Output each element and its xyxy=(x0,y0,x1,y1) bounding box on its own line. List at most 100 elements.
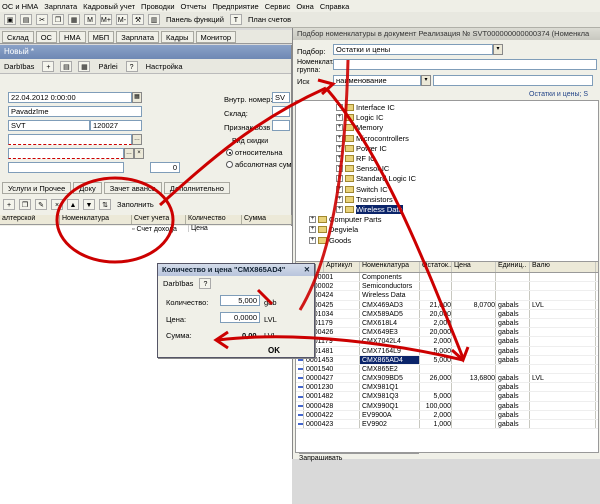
memory-minus-icon[interactable]: M- xyxy=(116,14,128,25)
panel-icon[interactable]: ▥ xyxy=(148,14,160,25)
expand-icon[interactable]: + xyxy=(336,155,343,162)
table-row[interactable]: 0000424 Wireless Data xyxy=(296,291,598,301)
paste-icon[interactable]: ▦ xyxy=(68,14,80,25)
close-icon[interactable]: ✕ xyxy=(304,264,314,276)
table-col-header[interactable]: Артикул xyxy=(324,262,360,272)
section-tab[interactable]: Склад xyxy=(2,30,34,43)
copy-icon[interactable]: ❐ xyxy=(52,14,64,25)
fill-button[interactable]: Заполнить xyxy=(115,199,156,210)
menu-item[interactable]: Предприятие xyxy=(212,2,258,11)
tree-node[interactable]: + Switch IC xyxy=(336,185,388,194)
doc-number-field[interactable]: 120027 xyxy=(90,120,142,131)
return-sign-field[interactable] xyxy=(272,120,290,131)
memory-plus-icon[interactable]: M+ xyxy=(100,14,112,25)
tree-node[interactable]: + Logic IC xyxy=(336,113,384,122)
tree-node[interactable]: + Wireless Data xyxy=(336,205,403,214)
table-col-header[interactable]: Валю xyxy=(530,262,596,272)
add-row-icon[interactable]: + xyxy=(3,198,15,210)
move-down-icon[interactable]: ▼ xyxy=(83,198,95,210)
price-menu[interactable]: Pārlei xyxy=(96,61,119,72)
table-row[interactable]: 0001540 CMX865E2 xyxy=(296,364,598,375)
menu-item[interactable]: Зарплата xyxy=(44,2,77,11)
radio-relative[interactable]: относительна xyxy=(226,148,283,157)
tree-node[interactable]: + Transistors xyxy=(336,195,393,204)
cut-icon[interactable]: ✂ xyxy=(36,14,48,25)
tree-node[interactable]: + RF IC xyxy=(336,154,376,163)
tree-node[interactable]: + Computer Parts xyxy=(309,215,382,224)
select-button[interactable]: … xyxy=(132,134,142,145)
table-col-header[interactable]: Единиц.. xyxy=(496,262,530,272)
tree-node[interactable]: + Memory xyxy=(336,123,383,132)
tools-icon[interactable]: ⚒ xyxy=(132,14,144,25)
table-row[interactable]: 0000426 CMX649E3 20,000 gabals xyxy=(296,328,598,338)
menu-item[interactable]: Кадровый учет xyxy=(83,2,135,11)
save-icon[interactable]: ▣ xyxy=(4,14,16,25)
table-row[interactable]: 0001230 CMX981Q1 gabals xyxy=(296,383,598,393)
edit-row-icon[interactable]: ✎ xyxy=(35,198,47,210)
doc-prefix-field[interactable]: SVT xyxy=(8,120,90,131)
price-field[interactable]: 0,0000 xyxy=(220,312,260,323)
expand-icon[interactable]: + xyxy=(336,175,343,183)
radio-relative-circle[interactable] xyxy=(226,149,233,156)
table-row[interactable]: 0001453 CMX865AD4 5,000 gabals xyxy=(296,355,598,365)
section-tab[interactable]: МБП xyxy=(87,30,115,43)
table-row[interactable]: 0000422 EV9900A 2,000 gabals xyxy=(296,410,598,420)
expand-icon[interactable]: + xyxy=(336,195,343,203)
table-row[interactable]: 0000428 CMX990Q1 100,000 gabals xyxy=(296,401,598,411)
expand-icon[interactable]: + xyxy=(336,114,343,122)
menu-item[interactable]: Отчеты xyxy=(181,2,207,11)
add-icon[interactable]: + xyxy=(42,60,55,72)
actions-menu[interactable]: Darbības xyxy=(2,61,36,72)
menu-item[interactable]: Окна xyxy=(296,2,313,11)
radio-absolute[interactable]: абсолютная сумм xyxy=(226,160,297,169)
memory-m-icon[interactable]: M xyxy=(84,14,96,25)
qty-field[interactable]: 5,000 xyxy=(220,295,260,306)
warehouse-field[interactable] xyxy=(272,106,290,117)
open-icon[interactable]: ▤ xyxy=(20,14,32,25)
internal-number-field[interactable]: SV xyxy=(272,92,290,103)
table-row[interactable]: 0000425 CMX469AD3 21,000 8,0700 gabals LVL xyxy=(296,300,598,310)
table-row[interactable]: 0001481 CMX7164L9 5,000 gabals xyxy=(296,346,598,356)
document-tab[interactable]: Дополнительно xyxy=(163,182,230,194)
table-row[interactable]: 0000427 CMX909BD5 26,000 13,6800 gabals LVL xyxy=(296,374,598,384)
search-by-dropdown-icon[interactable]: ▾ xyxy=(421,75,431,86)
table-row[interactable]: 0000002 Semiconductors xyxy=(296,282,598,292)
expand-icon[interactable]: + xyxy=(309,236,316,244)
menu-item[interactable]: Проводки xyxy=(141,2,175,11)
section-tab[interactable]: ОС xyxy=(35,30,57,43)
expand-icon[interactable]: + xyxy=(336,206,343,213)
selection-dropdown-icon[interactable]: ▾ xyxy=(493,44,503,55)
table-row[interactable]: 0000423 EV9902 1,000 gabals xyxy=(296,420,598,430)
counterparty-field[interactable] xyxy=(8,134,132,145)
rate-field[interactable]: 0 xyxy=(150,162,180,173)
tree-node[interactable]: + Goods xyxy=(309,236,351,245)
date-field[interactable]: 22.04.2012 0:00:00 xyxy=(8,92,132,103)
tree-node[interactable]: + Degvielа xyxy=(309,225,358,234)
write-icon[interactable]: ▤ xyxy=(60,60,73,72)
expand-icon[interactable]: + xyxy=(309,216,316,224)
menu-item[interactable]: ОС и НМА xyxy=(2,2,38,11)
settings-button[interactable]: Настройка xyxy=(144,61,185,72)
section-tab[interactable]: Кадры xyxy=(161,30,194,43)
help-icon[interactable]: ? xyxy=(125,60,138,72)
copy-row-icon[interactable]: ❐ xyxy=(19,198,31,210)
document-tab[interactable]: Услуги и Прочее xyxy=(2,182,72,194)
expand-icon[interactable]: + xyxy=(309,226,316,234)
menu-item[interactable]: Справка xyxy=(320,2,349,11)
expand-icon[interactable]: + xyxy=(336,144,343,152)
table-col-header[interactable]: Цена xyxy=(452,262,496,272)
prices-link[interactable]: Остатки и цены; S xyxy=(529,91,588,98)
ok-button[interactable]: OK xyxy=(268,346,280,355)
move-up-icon[interactable]: ▲ xyxy=(67,198,79,210)
expand-icon[interactable]: + xyxy=(336,134,343,142)
calendar-icon[interactable]: ▦ xyxy=(132,92,142,103)
selection-mode-field[interactable]: Остатки и цены xyxy=(333,44,493,55)
expand-icon[interactable]: + xyxy=(336,124,343,132)
expand-icon[interactable]: + xyxy=(336,165,343,173)
table-row[interactable]: 0001034 CMX589AD5 20,000 gabals xyxy=(296,309,598,319)
dialog-actions-menu[interactable]: Darbības xyxy=(161,278,195,289)
table-row[interactable]: 0001179 CMX7042L4 2,000 gabals xyxy=(296,337,598,347)
search-by-field[interactable]: наименование xyxy=(333,75,421,86)
section-tab[interactable]: Зарплата xyxy=(116,30,160,43)
sort-icon[interactable]: ⇅ xyxy=(99,198,111,210)
